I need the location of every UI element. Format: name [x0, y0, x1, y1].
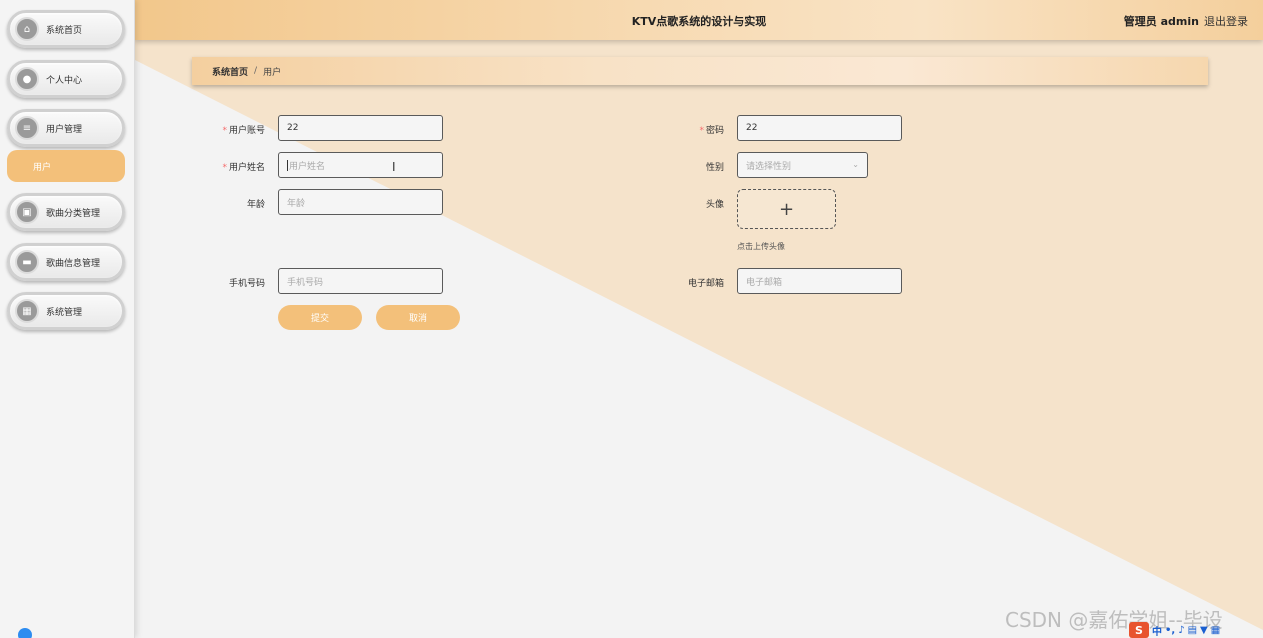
name-label: * 用户姓名: [195, 160, 265, 173]
top-bar: KTV点歌系统的设计与实现 管理员 admin 退出登录: [135, 0, 1263, 40]
sidebar-item-song-info[interactable]: ▬ 歌曲信息管理: [7, 243, 125, 281]
home-icon: ⌂: [15, 17, 39, 41]
sidebar-item-label: 个人中心: [46, 75, 83, 86]
microphone-icon[interactable]: ♪: [1178, 625, 1184, 636]
grid-menu-icon[interactable]: ▦: [1211, 625, 1220, 636]
name-placeholder: 用户姓名: [289, 161, 326, 172]
phone-label: 手机号码: [195, 276, 265, 289]
avatar-upload-button[interactable]: +: [737, 189, 836, 229]
phone-label-text: 手机号码: [228, 279, 265, 289]
gender-label-text: 性别: [705, 163, 724, 173]
avatar-label-text: 头像: [705, 200, 724, 210]
password-input[interactable]: 22: [737, 115, 902, 141]
sidebar-item-label: 系统管理: [46, 307, 83, 318]
plus-icon: +: [778, 198, 795, 220]
breadcrumb-current: 用户: [263, 67, 282, 78]
cancel-button[interactable]: 取消: [376, 305, 460, 330]
email-label-text: 电子邮箱: [687, 279, 724, 289]
account-label-text: 用户账号: [228, 126, 265, 136]
gender-placeholder: 请选择性别: [746, 161, 792, 172]
message-icon: ▬: [15, 250, 39, 274]
sidebar-item-label: 系统首页: [46, 25, 83, 36]
keyboard-icon[interactable]: ▤: [1188, 625, 1197, 636]
sidebar-item-home[interactable]: ⌂ 系统首页: [7, 10, 125, 48]
skin-icon[interactable]: ▼: [1200, 625, 1208, 636]
name-label-text: 用户姓名: [228, 163, 265, 173]
required-mark: *: [222, 163, 227, 173]
grid-icon: ▦: [15, 299, 39, 323]
text-caret: [287, 159, 288, 171]
logout-link[interactable]: 退出登录: [1204, 13, 1248, 29]
user-icon: ●: [15, 67, 39, 91]
sidebar-item-label: 用户管理: [46, 124, 83, 135]
password-label-text: 密码: [705, 126, 724, 136]
avatar-upload-tip: 点击上传头像: [737, 242, 785, 251]
phone-placeholder: 手机号码: [287, 277, 324, 288]
ime-logo-icon[interactable]: S: [1129, 622, 1149, 638]
app-title: KTV点歌系统的设计与实现: [631, 15, 767, 28]
account-value: 22: [287, 123, 299, 133]
sidebar-item-user-management[interactable]: ≡ 用户管理: [7, 109, 125, 147]
age-label: 年龄: [195, 197, 265, 210]
gender-label: 性别: [654, 160, 724, 173]
email-input[interactable]: 电子邮箱: [737, 268, 902, 294]
password-label: * 密码: [654, 123, 724, 136]
submit-button[interactable]: 提交: [278, 305, 362, 330]
sidebar-subitem-label: 用户: [33, 162, 52, 173]
email-label: 电子邮箱: [654, 276, 724, 289]
ime-mode[interactable]: 中: [1152, 623, 1162, 638]
age-placeholder: 年龄: [287, 198, 306, 209]
avatar-label: 头像: [654, 197, 724, 210]
name-input[interactable]: 用户姓名: [278, 152, 443, 178]
scroll-indicator: [18, 628, 32, 638]
category-icon: ▣: [15, 200, 39, 224]
breadcrumb-separator: /: [254, 66, 258, 76]
punctuation-icon[interactable]: •,: [1165, 625, 1175, 636]
account-label: * 用户账号: [195, 123, 265, 136]
i-beam-cursor-icon: I: [392, 160, 396, 174]
sidebar-item-profile[interactable]: ● 个人中心: [7, 60, 125, 98]
list-icon: ≡: [15, 116, 39, 140]
admin-label: 管理员 admin: [1123, 15, 1199, 28]
email-placeholder: 电子邮箱: [746, 277, 783, 288]
account-input[interactable]: 22: [278, 115, 443, 141]
required-mark: *: [699, 126, 704, 136]
phone-input[interactable]: 手机号码: [278, 268, 443, 294]
sidebar-item-label: 歌曲分类管理: [46, 208, 101, 219]
age-label-text: 年龄: [246, 200, 265, 210]
breadcrumb: 系统首页 / 用户: [192, 57, 1208, 85]
gender-select[interactable]: 请选择性别 ⌄: [737, 152, 868, 178]
required-mark: *: [222, 126, 227, 136]
breadcrumb-home[interactable]: 系统首页: [212, 65, 248, 78]
chevron-down-icon: ⌄: [852, 160, 859, 169]
sidebar-subitem-user[interactable]: 用户: [7, 150, 125, 182]
sidebar-item-system[interactable]: ▦ 系统管理: [7, 292, 125, 330]
password-value: 22: [746, 123, 758, 133]
ime-toolbar: S 中 •, ♪ ▤ ▼ ▦: [1129, 622, 1220, 638]
sidebar-item-song-category[interactable]: ▣ 歌曲分类管理: [7, 193, 125, 231]
sidebar-item-label: 歌曲信息管理: [46, 258, 101, 269]
sidebar: ⌂ 系统首页 ● 个人中心 ≡ 用户管理 用户 ▣ 歌曲分类管理 ▬ 歌曲信息管…: [0, 0, 135, 638]
age-input[interactable]: 年龄: [278, 189, 443, 215]
